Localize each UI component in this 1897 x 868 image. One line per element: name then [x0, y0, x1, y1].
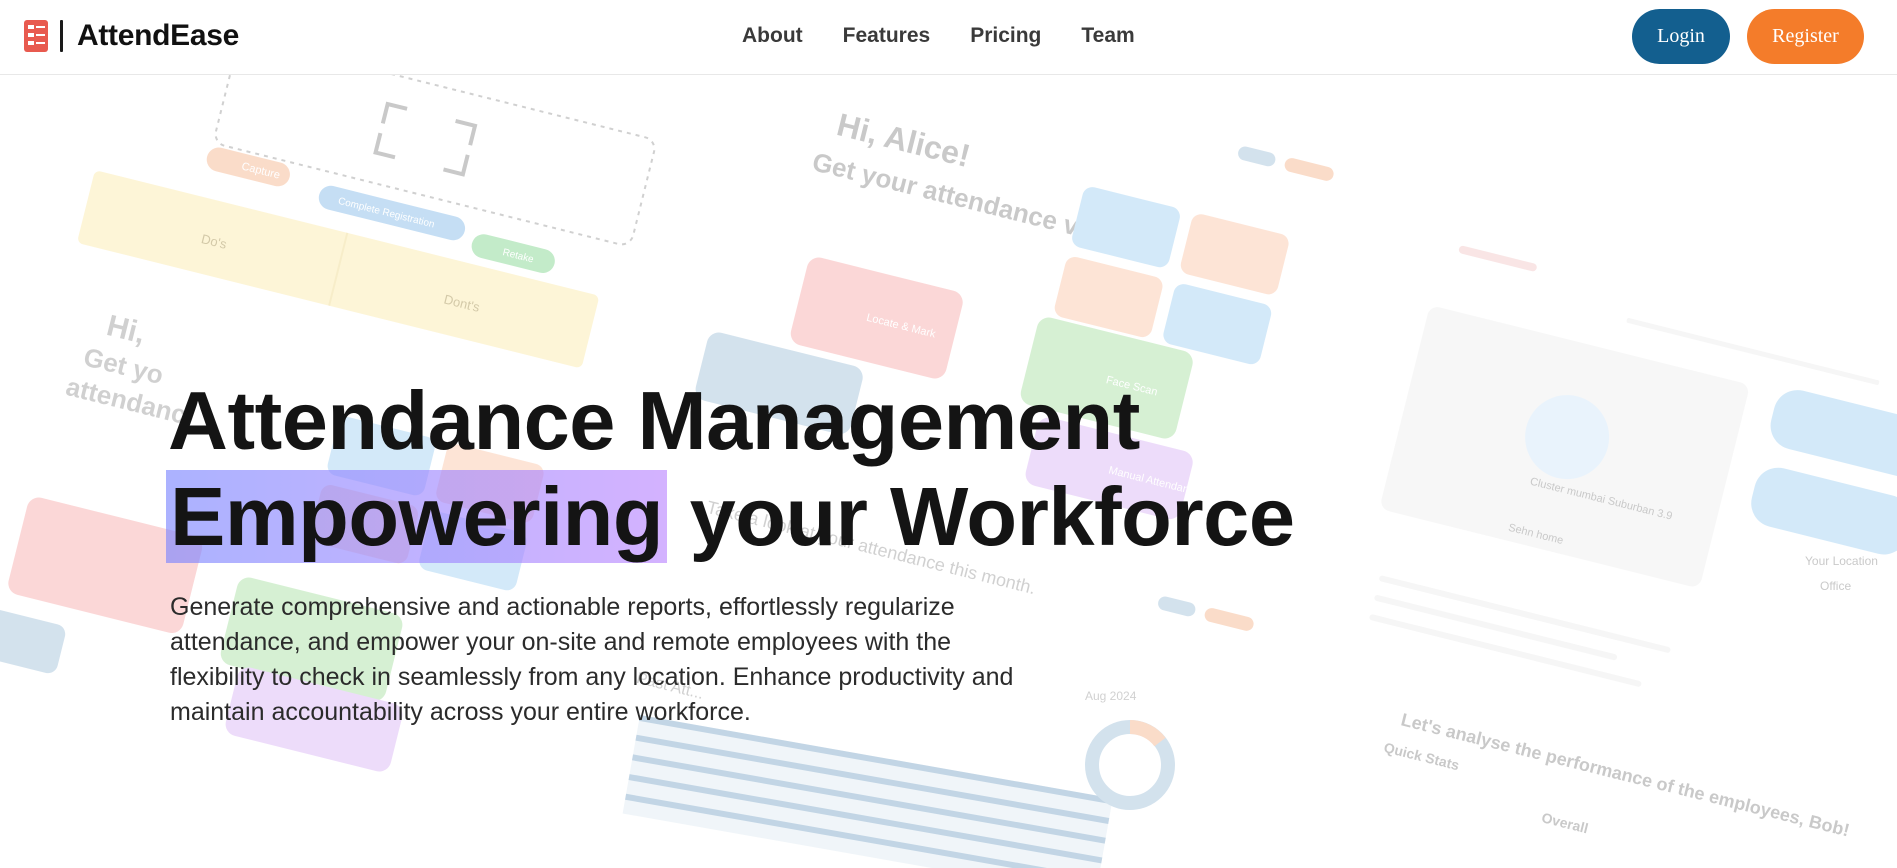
- nav-link-pricing[interactable]: Pricing: [970, 24, 1041, 48]
- hero-title-highlight: Empowering: [166, 470, 668, 563]
- nav-link-features[interactable]: Features: [843, 24, 931, 48]
- hero-section: Attendance Management Empowering your Wo…: [166, 373, 1295, 565]
- login-button[interactable]: Login: [1632, 9, 1730, 64]
- collage-text-quick-stats: Quick Stats: [1382, 739, 1461, 773]
- top-navbar: AttendEase About Features Pricing Team L…: [0, 0, 1897, 75]
- main-nav: About Features Pricing Team: [742, 24, 1135, 48]
- collage-text-your-location: Your Location: [1805, 554, 1878, 568]
- nav-link-about[interactable]: About: [742, 24, 803, 48]
- register-button[interactable]: Register: [1747, 9, 1864, 64]
- collage-text-analyse: Let's analyse the performance of the emp…: [1399, 709, 1852, 840]
- hero-title-line2: Empowering your Workforce: [166, 469, 1295, 565]
- collage-text-aug-2024: Aug 2024: [1085, 689, 1137, 703]
- hero-title-line1: Attendance Management: [168, 374, 1140, 467]
- svg-text:Hi,: Hi,: [103, 309, 148, 350]
- brand[interactable]: AttendEase: [22, 18, 239, 54]
- collage-text-overall: Overall: [1540, 809, 1590, 836]
- nav-link-team[interactable]: Team: [1081, 24, 1134, 48]
- hero-description: Generate comprehensive and actionable re…: [170, 593, 1014, 726]
- brand-name: AttendEase: [77, 19, 240, 52]
- brand-divider: [60, 20, 63, 52]
- collage-text-office: Office: [1820, 579, 1851, 593]
- hero-title-rest: your Workforce: [667, 470, 1295, 563]
- attendance-sheet-icon: [22, 18, 52, 54]
